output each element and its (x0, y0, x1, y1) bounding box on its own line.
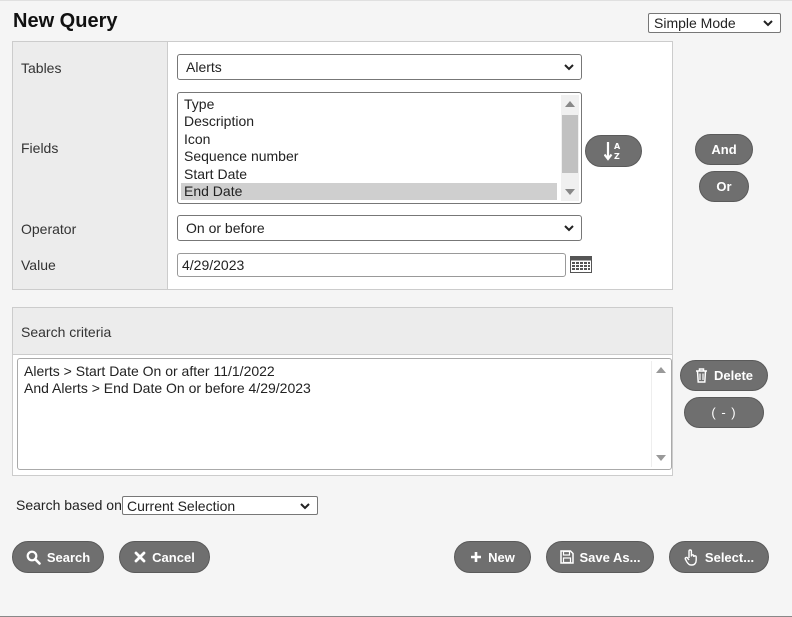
fields-list-item[interactable]: Icon (181, 131, 557, 148)
search-icon (26, 550, 41, 565)
tables-label: Tables (21, 60, 62, 76)
calendar-icon[interactable] (570, 256, 592, 273)
fields-list-item[interactable]: Sequence number (181, 148, 557, 165)
trash-icon (695, 368, 707, 383)
chevron-down-icon (300, 502, 310, 509)
delete-label: Delete (713, 368, 754, 383)
sort-alpha-icon: A Z (603, 142, 621, 161)
operator-select[interactable]: On or before (177, 215, 582, 241)
hand-pointer-icon (684, 548, 697, 566)
scroll-up-arrow-icon[interactable] (656, 367, 666, 373)
operator-select-value: On or before (186, 220, 265, 236)
scroll-down-arrow-icon[interactable] (656, 455, 666, 461)
scroll-thumb[interactable] (562, 115, 578, 173)
chevron-down-icon (564, 225, 574, 232)
search-criteria-header: Search criteria (13, 308, 672, 355)
search-based-value: Current Selection (127, 497, 236, 514)
save-as-label: Save As... (579, 549, 641, 565)
mode-select[interactable]: Simple Mode (648, 13, 781, 33)
search-label: Search (46, 549, 91, 565)
form-label-column: Tables Fields Operator Value (13, 42, 168, 289)
value-input[interactable] (177, 253, 566, 277)
tables-select[interactable]: Alerts (177, 54, 582, 80)
operator-label: Operator (21, 221, 77, 237)
search-button[interactable]: Search (12, 541, 104, 573)
and-button[interactable]: And (695, 134, 753, 165)
close-icon (134, 551, 146, 563)
new-label: New (488, 549, 515, 565)
criteria-lines: Alerts > Start Date On or after 11/1/202… (24, 363, 647, 397)
parentheses-button[interactable]: ( - ) (684, 397, 764, 428)
search-based-label: Search based on (16, 497, 122, 513)
fields-list-item[interactable]: Type (181, 96, 557, 113)
new-button[interactable]: New (454, 541, 531, 573)
fields-items: Type Description Icon Sequence number Start … (181, 96, 557, 203)
plus-icon (471, 552, 482, 562)
search-based-select[interactable]: Current Selection (122, 496, 318, 515)
mode-select-value: Simple Mode (654, 15, 736, 31)
scroll-down-arrow-icon[interactable] (565, 189, 575, 195)
select-label: Select... (704, 549, 755, 565)
or-button[interactable]: Or (699, 171, 749, 202)
fields-scrollbar[interactable] (561, 95, 579, 201)
page-title: New Query (13, 10, 118, 32)
save-as-button[interactable]: Save As... (546, 541, 654, 573)
criteria-line: And Alerts > End Date On or before 4/29/… (24, 380, 311, 396)
svg-text:A: A (614, 142, 621, 151)
fields-list-item[interactable]: Disabled (181, 200, 557, 203)
svg-text:Z: Z (614, 152, 620, 161)
fields-list-item[interactable]: Description (181, 113, 557, 130)
sort-fields-button[interactable]: A Z (585, 135, 642, 167)
delete-button[interactable]: Delete (680, 360, 768, 391)
criteria-scrollbar[interactable] (651, 361, 669, 467)
chevron-down-icon (564, 64, 574, 71)
scroll-up-arrow-icon[interactable] (565, 101, 575, 107)
tables-select-value: Alerts (186, 59, 222, 75)
floppy-disk-icon (559, 550, 574, 564)
fields-label: Fields (21, 140, 59, 156)
search-criteria-textarea[interactable]: Alerts > Start Date On or after 11/1/202… (17, 358, 672, 470)
select-button[interactable]: Select... (669, 541, 769, 573)
value-label: Value (21, 257, 56, 273)
cancel-button[interactable]: Cancel (119, 541, 210, 573)
fields-list-item[interactable]: Start Date (181, 166, 557, 183)
cancel-label: Cancel (152, 549, 195, 565)
criteria-line: Alerts > Start Date On or after 11/1/202… (24, 363, 275, 379)
fields-list-item[interactable]: End Date (181, 182, 557, 201)
fields-listbox[interactable]: Type Description Icon Sequence number Start … (177, 92, 582, 204)
search-criteria-title: Search criteria (21, 324, 112, 340)
chevron-down-icon (763, 20, 773, 27)
